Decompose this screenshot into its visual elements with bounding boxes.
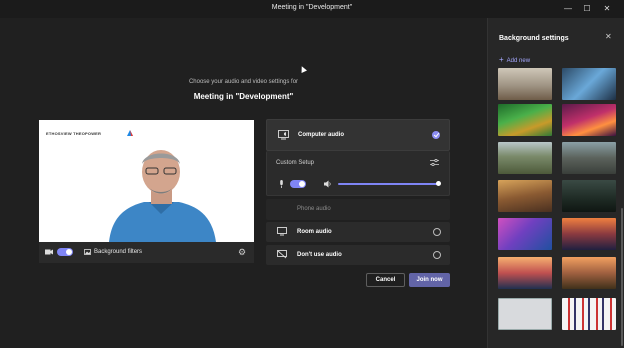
dont-use-audio-option[interactable]: Don't use audio xyxy=(266,245,450,265)
phone-audio-option[interactable]: Phone audio xyxy=(266,199,450,220)
speaker-icon xyxy=(324,180,331,188)
prejoin-intro-text: Choose your audio and video settings for xyxy=(188,79,299,85)
video-preview: ETHOSVIEW THEOPOWER xyxy=(39,120,254,242)
add-new-label: Add new xyxy=(506,58,531,64)
minimize-button[interactable]: — xyxy=(560,2,576,16)
computer-audio-option[interactable]: Computer audio xyxy=(266,119,450,151)
background-thumbnail[interactable] xyxy=(498,257,552,289)
video-controls-bar: Background filters ⚙ xyxy=(39,242,254,263)
add-new-background-button[interactable]: + Add new xyxy=(499,55,530,64)
plus-icon: + xyxy=(499,55,504,64)
background-thumbnail[interactable] xyxy=(562,104,616,136)
panel-scrollbar[interactable] xyxy=(621,208,623,346)
room-audio-icon xyxy=(277,227,287,236)
audio-settings-icon[interactable] xyxy=(430,159,439,166)
room-audio-option[interactable]: Room audio xyxy=(266,222,450,242)
close-window-button[interactable]: ✕ xyxy=(599,2,615,16)
background-thumbnail[interactable] xyxy=(562,68,616,100)
mouse-cursor-icon xyxy=(299,65,307,73)
participant-video-image xyxy=(109,150,216,242)
window-title: Meeting in "Development" xyxy=(271,4,353,11)
company-logo-icon xyxy=(127,130,133,136)
speaker-volume-thumb[interactable] xyxy=(436,181,441,186)
join-now-button[interactable]: Join now xyxy=(409,273,450,287)
microphone-toggle[interactable] xyxy=(290,180,306,188)
company-logo-text: ETHOSVIEW THEOPOWER xyxy=(46,131,102,136)
maximize-button[interactable]: ☐ xyxy=(579,2,595,16)
room-audio-radio[interactable] xyxy=(433,228,441,236)
background-thumbnail[interactable] xyxy=(562,180,616,212)
computer-audio-icon xyxy=(278,130,289,140)
custom-setup-label: Custom Setup xyxy=(276,160,315,166)
meeting-title: Meeting in "Development" xyxy=(193,92,294,101)
background-filters-button[interactable]: Background filters xyxy=(94,249,142,255)
phone-audio-label: Phone audio xyxy=(297,206,331,212)
background-thumbnail[interactable] xyxy=(498,218,552,250)
background-thumbnail[interactable] xyxy=(498,298,552,330)
background-thumbnail[interactable] xyxy=(498,180,552,212)
background-thumbnail[interactable] xyxy=(498,142,552,174)
dont-use-audio-radio[interactable] xyxy=(433,251,441,259)
camera-icon xyxy=(45,249,53,255)
panel-title: Background settings xyxy=(499,35,569,42)
background-filters-icon xyxy=(84,249,91,255)
background-thumbnail[interactable] xyxy=(562,218,616,250)
background-thumbnail[interactable] xyxy=(562,257,616,289)
title-bar: Meeting in "Development" — ☐ ✕ xyxy=(0,0,624,18)
background-thumbnail[interactable] xyxy=(498,68,552,100)
camera-toggle[interactable] xyxy=(57,248,73,256)
audio-off-icon xyxy=(277,250,287,259)
microphone-icon xyxy=(280,180,283,188)
computer-audio-label: Computer audio xyxy=(298,132,344,138)
background-settings-panel: Background settings ✕ + Add new xyxy=(487,18,624,348)
device-settings-gear-icon[interactable]: ⚙ xyxy=(238,247,246,257)
custom-setup-panel: Custom Setup xyxy=(266,151,450,196)
computer-audio-check-icon xyxy=(432,131,440,139)
dont-use-audio-label: Don't use audio xyxy=(297,252,342,258)
background-thumbnail[interactable] xyxy=(562,298,616,330)
cancel-button[interactable]: Cancel xyxy=(366,273,405,287)
speaker-volume-slider[interactable] xyxy=(338,183,440,185)
close-panel-icon[interactable]: ✕ xyxy=(605,32,612,41)
room-audio-label: Room audio xyxy=(297,229,332,235)
background-thumbnail[interactable] xyxy=(498,104,552,136)
background-thumbnail[interactable] xyxy=(562,142,616,174)
